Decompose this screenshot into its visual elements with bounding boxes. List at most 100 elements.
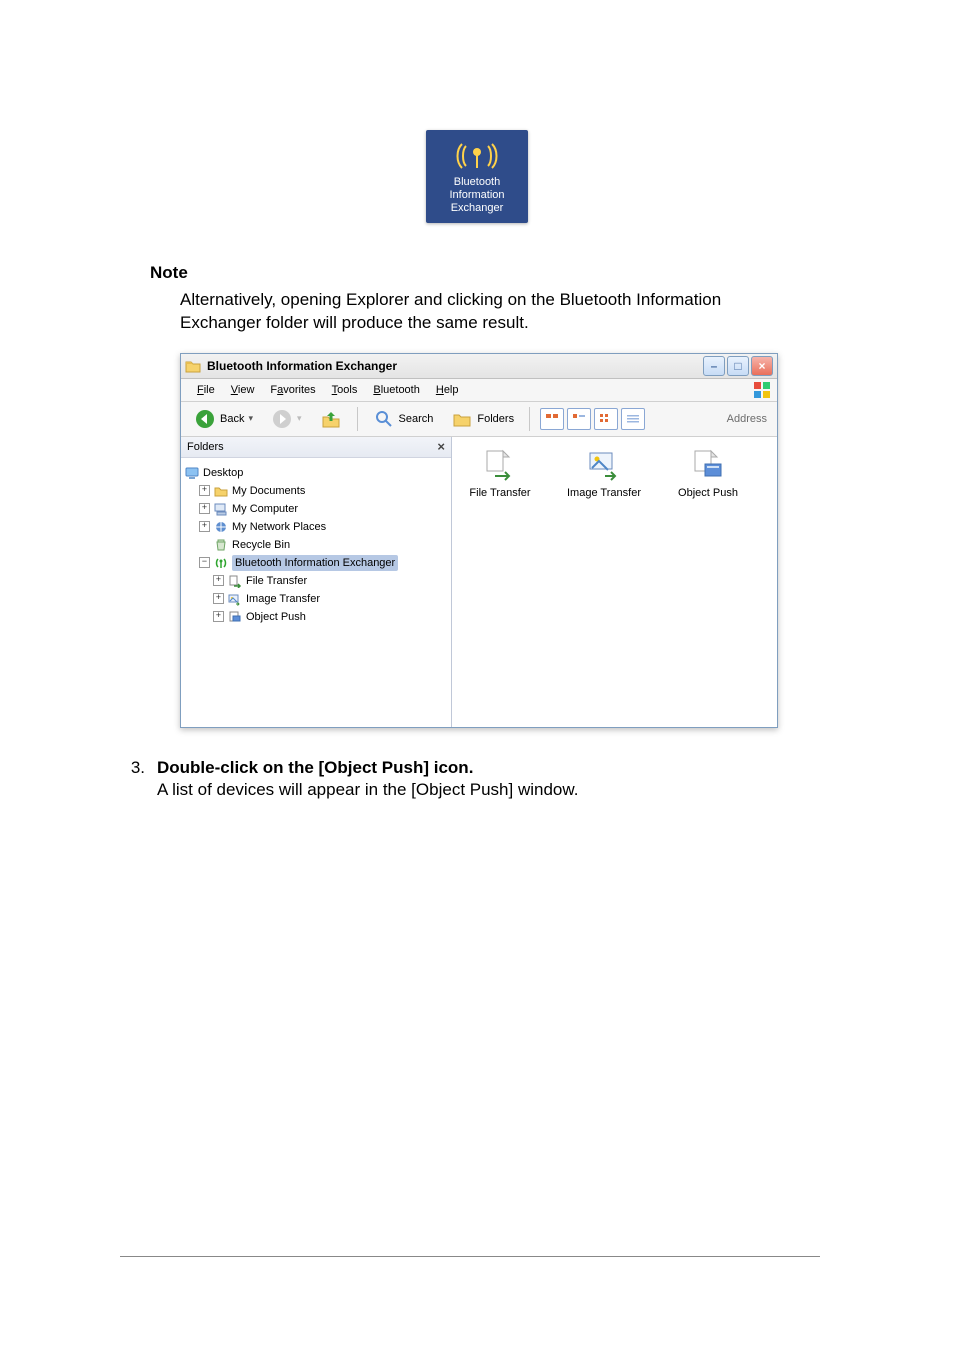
up-folder-icon [320,408,342,430]
step-title: Double-click on the [Object Push] icon. [157,758,473,778]
tree-label: My Computer [232,501,298,517]
back-icon [194,408,216,430]
content-item-label: Object Push [668,487,748,499]
desktop-icon-label-1: Bluetooth [432,176,522,189]
tree-label: My Network Places [232,519,326,535]
recycle-bin-icon [214,538,228,552]
desktop-node-icon [185,466,199,480]
object-push-icon [228,610,242,624]
folders-pane-close-button[interactable]: × [437,439,445,454]
content-item-object-push[interactable]: Object Push [668,447,748,499]
view-list-button[interactable] [621,408,645,430]
collapse-icon[interactable]: − [199,557,210,568]
menu-bluetooth[interactable]: Bluetooth [365,384,428,396]
menu-tools[interactable]: Tools [324,384,366,396]
dropdown-caret-icon: ▾ [248,413,253,424]
tree-label: Bluetooth Information Exchanger [232,555,398,571]
up-button[interactable] [313,405,349,433]
bluetooth-exchanger-desktop-icon: Bluetooth Information Exchanger [422,130,532,223]
expand-icon[interactable]: + [199,485,210,496]
menu-view[interactable]: View [223,384,263,396]
explorer-window: Bluetooth Information Exchanger – □ × Fi… [180,353,778,728]
tree-label: My Documents [232,483,305,499]
content-item-label: File Transfer [460,487,540,499]
menu-file[interactable]: File [189,384,223,396]
step-3-block: 3. Double-click on the [Object Push] ico… [125,758,954,800]
expand-icon[interactable]: + [213,575,224,586]
forward-button[interactable]: ▾ [264,405,309,433]
window-body: Folders × Desktop + [181,437,777,727]
search-button[interactable]: Search [366,405,441,433]
dropdown-caret-icon: ▾ [297,413,302,424]
view-tiles-button[interactable] [567,408,591,430]
note-text: Alternatively, opening Explorer and clic… [180,289,804,335]
desktop-icon-label-2: Information [432,189,522,202]
expand-icon[interactable]: + [199,503,210,514]
note-block: Note Alternatively, opening Explorer and… [150,263,804,335]
forward-icon [271,408,293,430]
folders-icon [451,408,473,430]
minimize-button[interactable]: – [703,356,725,376]
tree-node-my-computer[interactable]: + My Computer [185,500,447,518]
search-icon [373,408,395,430]
folder-icon [185,358,201,374]
menubar: File View Favorites Tools Bluetooth Help [181,379,777,402]
view-mode-group [538,408,645,430]
step-number: 3. [125,758,145,778]
tree-node-my-network[interactable]: + My Network Places [185,518,447,536]
toolbar: Back ▾ ▾ [181,402,777,437]
tree-node-file-transfer[interactable]: + File Transfer [185,572,447,590]
tree-node-image-transfer[interactable]: + Image Transfer [185,590,447,608]
tree-node-bt-exchanger[interactable]: − Bluetooth Information Exchanger [185,554,447,572]
maximize-button[interactable]: □ [727,356,749,376]
menu-favorites[interactable]: Favorites [262,384,323,396]
close-button[interactable]: × [751,356,773,376]
window-title: Bluetooth Information Exchanger [207,359,703,373]
object-push-icon [690,447,726,483]
file-transfer-icon [228,574,242,588]
computer-icon [214,502,228,516]
titlebar: Bluetooth Information Exchanger – □ × [181,354,777,379]
network-icon [214,520,228,534]
tree-node-recycle-bin[interactable]: Recycle Bin [185,536,447,554]
content-item-label: Image Transfer [564,487,644,499]
menu-help[interactable]: Help [428,384,467,396]
folders-button[interactable]: Folders [444,405,521,433]
step-text: A list of devices will appear in the [Ob… [157,780,954,800]
folders-pane: Folders × Desktop + [181,437,452,727]
tree-node-desktop[interactable]: Desktop [185,464,447,482]
expand-icon[interactable]: + [213,593,224,604]
folders-pane-header: Folders × [181,437,451,458]
bluetooth-antenna-icon: Bluetooth Information Exchanger [426,130,528,223]
folder-icon [214,484,228,498]
page: Bluetooth Information Exchanger Note Alt… [0,130,954,1365]
tree-node-object-push[interactable]: + Object Push [185,608,447,626]
image-transfer-icon [586,447,622,483]
tree-label: File Transfer [246,573,307,589]
expand-icon[interactable]: + [199,521,210,532]
search-label: Search [399,413,434,425]
address-label: Address [727,413,771,425]
expand-icon[interactable]: + [213,611,224,622]
content-item-file-transfer[interactable]: File Transfer [460,447,540,499]
view-icons-button[interactable] [594,408,618,430]
view-thumbnails-button[interactable] [540,408,564,430]
content-item-image-transfer[interactable]: Image Transfer [564,447,644,499]
window-buttons: – □ × [703,356,773,376]
back-label: Back [220,413,244,425]
back-button[interactable]: Back ▾ [187,405,260,433]
folders-label: Folders [477,413,514,425]
tree-label: Image Transfer [246,591,320,607]
desktop-icon-label-3: Exchanger [432,202,522,215]
tree-node-my-documents[interactable]: + My Documents [185,482,447,500]
footer-rule [120,1256,820,1257]
toolbar-separator [529,407,530,431]
image-transfer-icon [228,592,242,606]
tree-label: Recycle Bin [232,537,290,553]
tree-label: Object Push [246,609,306,625]
file-transfer-icon [482,447,518,483]
tree-label: Desktop [203,465,243,481]
note-heading: Note [150,263,804,283]
windows-logo-icon [753,381,771,399]
folders-pane-title: Folders [187,441,224,453]
